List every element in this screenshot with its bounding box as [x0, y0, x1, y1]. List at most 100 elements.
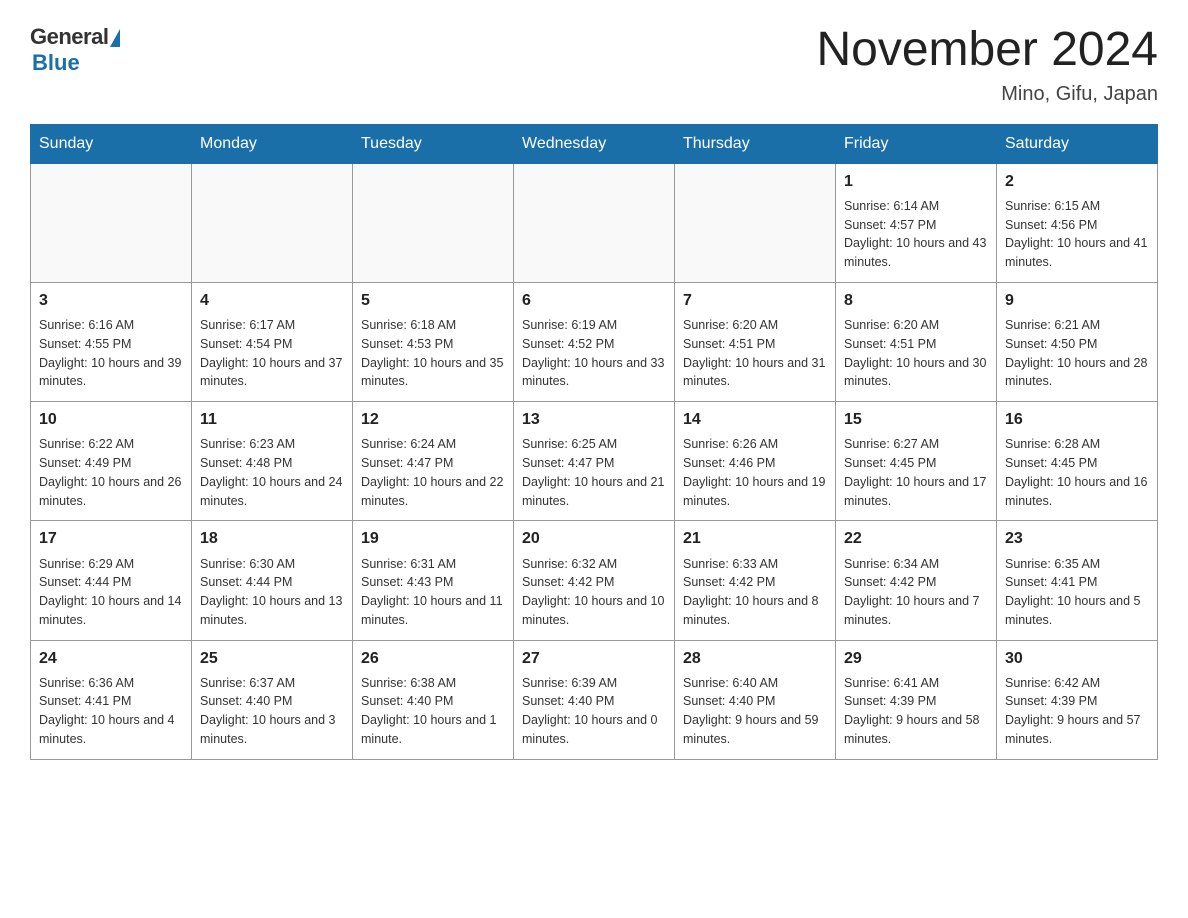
calendar-cell: 14 Sunrise: 6:26 AMSunset: 4:46 PMDayligh… [675, 402, 836, 521]
day-sun-info: Sunrise: 6:20 AMSunset: 4:51 PMDaylight:… [683, 318, 825, 388]
day-sun-info: Sunrise: 6:20 AMSunset: 4:51 PMDaylight:… [844, 318, 986, 388]
day-number: 12 [361, 408, 505, 431]
calendar-cell: 15 Sunrise: 6:27 AMSunset: 4:45 PMDayligh… [836, 402, 997, 521]
day-sun-info: Sunrise: 6:37 AMSunset: 4:40 PMDaylight:… [200, 676, 336, 746]
day-number: 22 [844, 527, 988, 550]
day-sun-info: Sunrise: 6:14 AMSunset: 4:57 PMDaylight:… [844, 199, 986, 269]
calendar-cell: 8 Sunrise: 6:20 AMSunset: 4:51 PMDaylight… [836, 282, 997, 401]
calendar-cell: 20 Sunrise: 6:32 AMSunset: 4:42 PMDayligh… [514, 521, 675, 640]
day-sun-info: Sunrise: 6:42 AMSunset: 4:39 PMDaylight:… [1005, 676, 1141, 746]
calendar-cell: 25 Sunrise: 6:37 AMSunset: 4:40 PMDayligh… [192, 640, 353, 759]
calendar-cell [514, 163, 675, 282]
day-number: 23 [1005, 527, 1149, 550]
logo-triangle-icon [110, 29, 120, 47]
day-number: 27 [522, 647, 666, 670]
logo-general-text: General [30, 24, 108, 50]
calendar-cell: 22Sunrise: 6:34 AMSunset: 4:42 PMDayligh… [836, 521, 997, 640]
calendar-cell: 18 Sunrise: 6:30 AMSunset: 4:44 PMDayligh… [192, 521, 353, 640]
calendar-cell: 2 Sunrise: 6:15 AMSunset: 4:56 PMDaylight… [997, 163, 1158, 282]
calendar-cell: 12 Sunrise: 6:24 AMSunset: 4:47 PMDayligh… [353, 402, 514, 521]
calendar-cell [192, 163, 353, 282]
day-sun-info: Sunrise: 6:28 AMSunset: 4:45 PMDaylight:… [1005, 437, 1147, 507]
calendar-cell: 29 Sunrise: 6:41 AMSunset: 4:39 PMDayligh… [836, 640, 997, 759]
day-sun-info: Sunrise: 6:22 AMSunset: 4:49 PMDaylight:… [39, 437, 181, 507]
weekday-header-row: SundayMondayTuesdayWednesdayThursdayFrid… [31, 124, 1158, 163]
day-number: 1 [844, 170, 988, 193]
day-sun-info: Sunrise: 6:25 AMSunset: 4:47 PMDaylight:… [522, 437, 664, 507]
calendar-cell: 26 Sunrise: 6:38 AMSunset: 4:40 PMDayligh… [353, 640, 514, 759]
day-number: 29 [844, 647, 988, 670]
day-sun-info: Sunrise: 6:38 AMSunset: 4:40 PMDaylight:… [361, 676, 497, 746]
day-sun-info: Sunrise: 6:24 AMSunset: 4:47 PMDaylight:… [361, 437, 503, 507]
day-number: 26 [361, 647, 505, 670]
weekday-header-sunday: Sunday [31, 124, 192, 163]
location-title: Mino, Gifu, Japan [816, 83, 1158, 106]
calendar-cell: 16 Sunrise: 6:28 AMSunset: 4:45 PMDayligh… [997, 402, 1158, 521]
day-number: 10 [39, 408, 183, 431]
day-number: 4 [200, 289, 344, 312]
day-number: 14 [683, 408, 827, 431]
title-block: November 2024 Mino, Gifu, Japan [816, 24, 1158, 106]
day-sun-info: Sunrise: 6:18 AMSunset: 4:53 PMDaylight:… [361, 318, 503, 388]
weekday-header-friday: Friday [836, 124, 997, 163]
day-sun-info: Sunrise: 6:33 AMSunset: 4:42 PMDaylight:… [683, 557, 819, 627]
day-sun-info: Sunrise: 6:19 AMSunset: 4:52 PMDaylight:… [522, 318, 664, 388]
week-row-2: 3 Sunrise: 6:16 AMSunset: 4:55 PMDaylight… [31, 282, 1158, 401]
day-sun-info: Sunrise: 6:41 AMSunset: 4:39 PMDaylight:… [844, 676, 980, 746]
day-sun-info: Sunrise: 6:21 AMSunset: 4:50 PMDaylight:… [1005, 318, 1147, 388]
calendar-cell: 3 Sunrise: 6:16 AMSunset: 4:55 PMDaylight… [31, 282, 192, 401]
day-number: 8 [844, 289, 988, 312]
calendar-table: SundayMondayTuesdayWednesdayThursdayFrid… [30, 124, 1158, 760]
week-row-4: 17Sunrise: 6:29 AMSunset: 4:44 PMDayligh… [31, 521, 1158, 640]
calendar-cell: 28Sunrise: 6:40 AMSunset: 4:40 PMDayligh… [675, 640, 836, 759]
page-header: General Blue November 2024 Mino, Gifu, J… [30, 24, 1158, 106]
calendar-cell: 4 Sunrise: 6:17 AMSunset: 4:54 PMDaylight… [192, 282, 353, 401]
calendar-cell: 23 Sunrise: 6:35 AMSunset: 4:41 PMDayligh… [997, 521, 1158, 640]
day-number: 19 [361, 527, 505, 550]
day-sun-info: Sunrise: 6:30 AMSunset: 4:44 PMDaylight:… [200, 557, 342, 627]
day-sun-info: Sunrise: 6:16 AMSunset: 4:55 PMDaylight:… [39, 318, 181, 388]
day-number: 2 [1005, 170, 1149, 193]
day-number: 3 [39, 289, 183, 312]
calendar-cell [675, 163, 836, 282]
day-number: 5 [361, 289, 505, 312]
calendar-cell: 19 Sunrise: 6:31 AMSunset: 4:43 PMDayligh… [353, 521, 514, 640]
calendar-cell [353, 163, 514, 282]
calendar-cell: 9 Sunrise: 6:21 AMSunset: 4:50 PMDaylight… [997, 282, 1158, 401]
day-number: 18 [200, 527, 344, 550]
week-row-5: 24 Sunrise: 6:36 AMSunset: 4:41 PMDayligh… [31, 640, 1158, 759]
calendar-cell: 6 Sunrise: 6:19 AMSunset: 4:52 PMDaylight… [514, 282, 675, 401]
day-number: 9 [1005, 289, 1149, 312]
day-sun-info: Sunrise: 6:17 AMSunset: 4:54 PMDaylight:… [200, 318, 342, 388]
day-number: 16 [1005, 408, 1149, 431]
day-sun-info: Sunrise: 6:36 AMSunset: 4:41 PMDaylight:… [39, 676, 175, 746]
day-sun-info: Sunrise: 6:23 AMSunset: 4:48 PMDaylight:… [200, 437, 342, 507]
day-sun-info: Sunrise: 6:15 AMSunset: 4:56 PMDaylight:… [1005, 199, 1147, 269]
logo: General Blue [30, 24, 120, 76]
day-sun-info: Sunrise: 6:26 AMSunset: 4:46 PMDaylight:… [683, 437, 825, 507]
calendar-cell: 1 Sunrise: 6:14 AMSunset: 4:57 PMDaylight… [836, 163, 997, 282]
day-number: 24 [39, 647, 183, 670]
weekday-header-thursday: Thursday [675, 124, 836, 163]
day-sun-info: Sunrise: 6:32 AMSunset: 4:42 PMDaylight:… [522, 557, 664, 627]
day-number: 7 [683, 289, 827, 312]
week-row-3: 10 Sunrise: 6:22 AMSunset: 4:49 PMDayligh… [31, 402, 1158, 521]
weekday-header-wednesday: Wednesday [514, 124, 675, 163]
day-sun-info: Sunrise: 6:39 AMSunset: 4:40 PMDaylight:… [522, 676, 658, 746]
calendar-cell: 11Sunrise: 6:23 AMSunset: 4:48 PMDayligh… [192, 402, 353, 521]
logo-blue-text: Blue [32, 50, 80, 76]
calendar-cell: 21Sunrise: 6:33 AMSunset: 4:42 PMDayligh… [675, 521, 836, 640]
day-number: 20 [522, 527, 666, 550]
day-sun-info: Sunrise: 6:35 AMSunset: 4:41 PMDaylight:… [1005, 557, 1141, 627]
day-number: 25 [200, 647, 344, 670]
month-title: November 2024 [816, 24, 1158, 77]
week-row-1: 1 Sunrise: 6:14 AMSunset: 4:57 PMDaylight… [31, 163, 1158, 282]
day-number: 15 [844, 408, 988, 431]
weekday-header-tuesday: Tuesday [353, 124, 514, 163]
day-sun-info: Sunrise: 6:27 AMSunset: 4:45 PMDaylight:… [844, 437, 986, 507]
calendar-cell: 13Sunrise: 6:25 AMSunset: 4:47 PMDayligh… [514, 402, 675, 521]
calendar-cell: 17Sunrise: 6:29 AMSunset: 4:44 PMDayligh… [31, 521, 192, 640]
day-sun-info: Sunrise: 6:31 AMSunset: 4:43 PMDaylight:… [361, 557, 503, 627]
day-number: 6 [522, 289, 666, 312]
calendar-cell: 5 Sunrise: 6:18 AMSunset: 4:53 PMDaylight… [353, 282, 514, 401]
